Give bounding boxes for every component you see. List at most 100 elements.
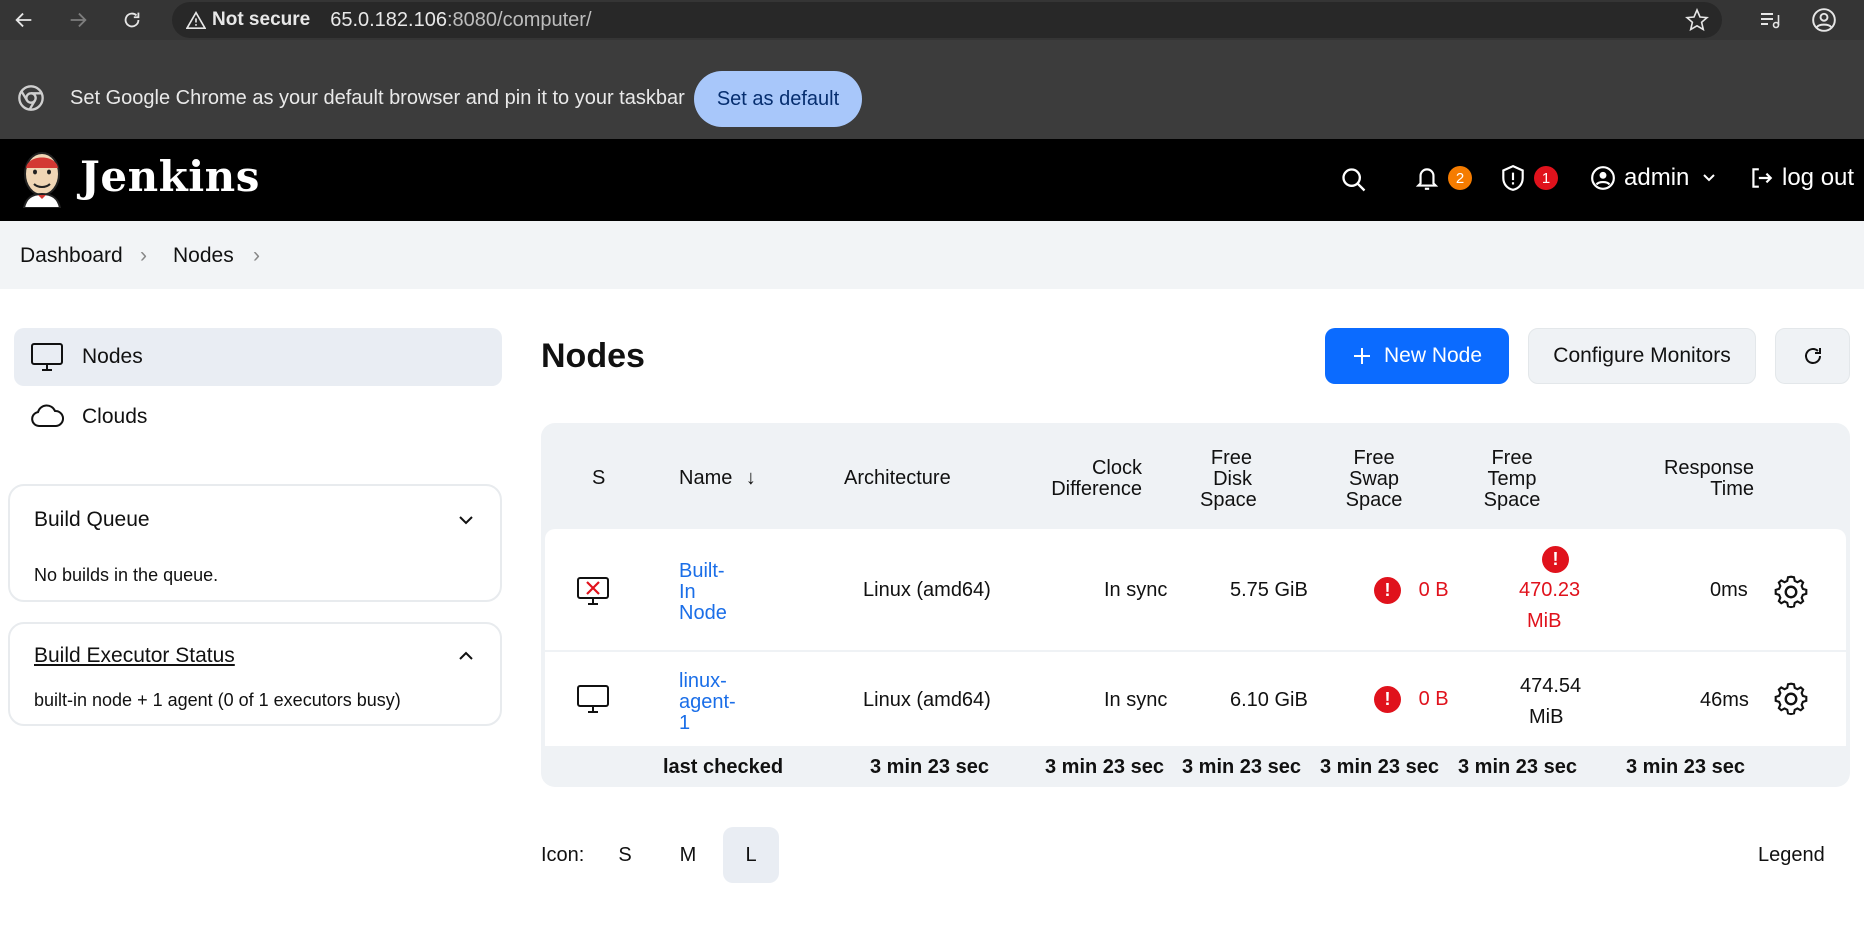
url-path: :8080/computer/ [446, 8, 592, 31]
sidebar-item-clouds[interactable]: Clouds [14, 388, 502, 446]
free-temp-space-value: 470.23 [1519, 579, 1581, 601]
build-queue-title[interactable]: Build Queue [34, 508, 150, 532]
last-checked-swap: 3 min 23 sec [1320, 756, 1439, 778]
user-menu[interactable]: admin [1590, 164, 1717, 192]
url-text[interactable]: 65.0.182.106:8080/computer/ [330, 9, 591, 32]
url-host: 65.0.182.106 [330, 8, 447, 31]
cloud-icon [30, 404, 66, 430]
icon-size-l[interactable]: L [723, 827, 779, 883]
shield-icon [1502, 164, 1524, 191]
node-name-line: In [679, 581, 696, 603]
swap-value-text: 0 B [1418, 688, 1449, 710]
column-header-name-label: Name [679, 467, 733, 489]
security-button[interactable]: 1 [1500, 164, 1558, 192]
error-icon: ! [1542, 546, 1569, 573]
jenkins-logo-icon[interactable] [18, 148, 66, 213]
address-bar[interactable]: Not secure 65.0.182.106:8080/computer/ [172, 2, 1722, 38]
configure-monitors-button[interactable]: Configure Monitors [1528, 328, 1756, 384]
column-header-line: Difference [1051, 478, 1142, 500]
table-row [545, 529, 1846, 650]
build-queue-empty-text: No builds in the queue. [34, 565, 219, 585]
free-swap-space-value: ! 0 B [1374, 686, 1449, 713]
logout-label: log out [1782, 164, 1855, 191]
refresh-button[interactable] [1775, 328, 1850, 384]
notifications-badge: 2 [1448, 166, 1472, 190]
column-header-line: Clock [1091, 457, 1142, 479]
logout-link[interactable]: log out [1748, 164, 1854, 192]
last-checked-response: 3 min 23 sec [1626, 756, 1745, 778]
table-row [545, 652, 1846, 746]
legend-link[interactable]: Legend [1758, 844, 1825, 867]
back-icon[interactable] [10, 6, 38, 34]
user-icon [1591, 166, 1615, 190]
column-header-line: Space [1483, 489, 1541, 511]
column-header-name[interactable]: Name ↓ [679, 468, 756, 489]
profile-icon[interactable] [1810, 6, 1838, 34]
gear-icon[interactable] [1773, 681, 1809, 722]
breadcrumb-separator-icon[interactable]: › [253, 244, 260, 268]
logout-icon [1752, 168, 1773, 188]
breadcrumb-nodes[interactable]: Nodes [173, 244, 234, 268]
reload-icon[interactable] [118, 6, 146, 34]
forward-icon[interactable] [64, 6, 92, 34]
sidebar-item-nodes[interactable]: Nodes [14, 328, 502, 386]
bell-icon [1415, 168, 1439, 190]
build-executor-text: built-in node + 1 agent (0 of 1 executor… [34, 690, 401, 710]
chevron-up-icon[interactable] [456, 646, 476, 671]
column-header-line: Free [1353, 447, 1395, 469]
column-header-status[interactable]: S [592, 468, 605, 489]
node-name-line: linux- [679, 670, 727, 692]
node-name-line: Node [679, 602, 727, 624]
new-node-button[interactable]: New Node [1325, 328, 1509, 384]
column-header-clock-difference[interactable]: Clock Difference [1020, 458, 1142, 500]
set-as-default-button[interactable]: Set as default [694, 71, 862, 127]
last-checked-disk: 3 min 23 sec [1182, 756, 1301, 778]
refresh-icon [1804, 348, 1821, 364]
plus-icon [1353, 348, 1370, 364]
column-header-line: Disk [1213, 468, 1252, 490]
gear-icon[interactable] [1773, 574, 1809, 615]
notifications-button[interactable]: 2 [1414, 164, 1472, 192]
column-header-free-swap-space[interactable]: Free Swap Space [1324, 448, 1424, 511]
breadcrumb-dashboard[interactable]: Dashboard [20, 244, 123, 268]
media-queue-icon[interactable] [1756, 6, 1784, 34]
architecture-value: Linux (amd64) [863, 579, 991, 601]
sidebar-item-label: Clouds [82, 405, 148, 428]
column-header-line: Response [1663, 457, 1754, 479]
jenkins-brand[interactable]: Jenkins [80, 152, 260, 201]
column-header-architecture[interactable]: Architecture [844, 468, 951, 489]
sidebar-item-label: Nodes [82, 345, 143, 368]
icon-size-m[interactable]: M [660, 827, 716, 883]
column-header-response-time[interactable]: Response Time [1616, 458, 1754, 500]
icon-size-s[interactable]: S [597, 827, 653, 883]
node-link-built-in[interactable]: Built- In Node [679, 561, 727, 624]
chevron-down-icon[interactable] [456, 510, 476, 535]
bookmark-star-icon[interactable] [1683, 6, 1711, 34]
chevron-down-icon [1703, 174, 1716, 182]
error-icon: ! [1374, 577, 1401, 604]
column-header-line: Swap [1348, 468, 1400, 490]
free-temp-space-unit: MiB [1529, 706, 1564, 728]
response-time-value: 46ms [1700, 689, 1749, 711]
search-icon[interactable] [1340, 166, 1368, 194]
icon-size-label: Icon: [541, 844, 585, 866]
security-badge: 1 [1534, 166, 1558, 190]
last-checked-temp: 3 min 23 sec [1458, 756, 1577, 778]
free-disk-space-value: 5.75 GiB [1230, 579, 1308, 601]
computer-offline-icon [576, 576, 610, 611]
column-header-line: Time [1710, 478, 1754, 500]
not-secure-chip[interactable]: Not secure [186, 9, 310, 31]
column-header-free-temp-space[interactable]: Free Temp Space [1462, 448, 1562, 511]
clock-difference-value: In sync [1104, 579, 1168, 601]
build-executor-title[interactable]: Build Executor Status [34, 644, 235, 668]
free-temp-space-value: 474.54 [1520, 675, 1582, 697]
infobar-message: Set Google Chrome as your default browse… [70, 87, 685, 109]
column-header-free-disk-space[interactable]: Free Disk Space [1200, 448, 1257, 511]
breadcrumb [0, 221, 1864, 289]
clock-difference-value: In sync [1104, 689, 1168, 711]
not-secure-label: Not secure [212, 9, 311, 30]
build-queue-card: Build Queue No builds in the queue. [8, 484, 502, 602]
page-title: Nodes [541, 337, 645, 375]
user-name: admin [1624, 164, 1690, 191]
node-link-linux-agent-1[interactable]: linux- agent- 1 [679, 671, 736, 734]
